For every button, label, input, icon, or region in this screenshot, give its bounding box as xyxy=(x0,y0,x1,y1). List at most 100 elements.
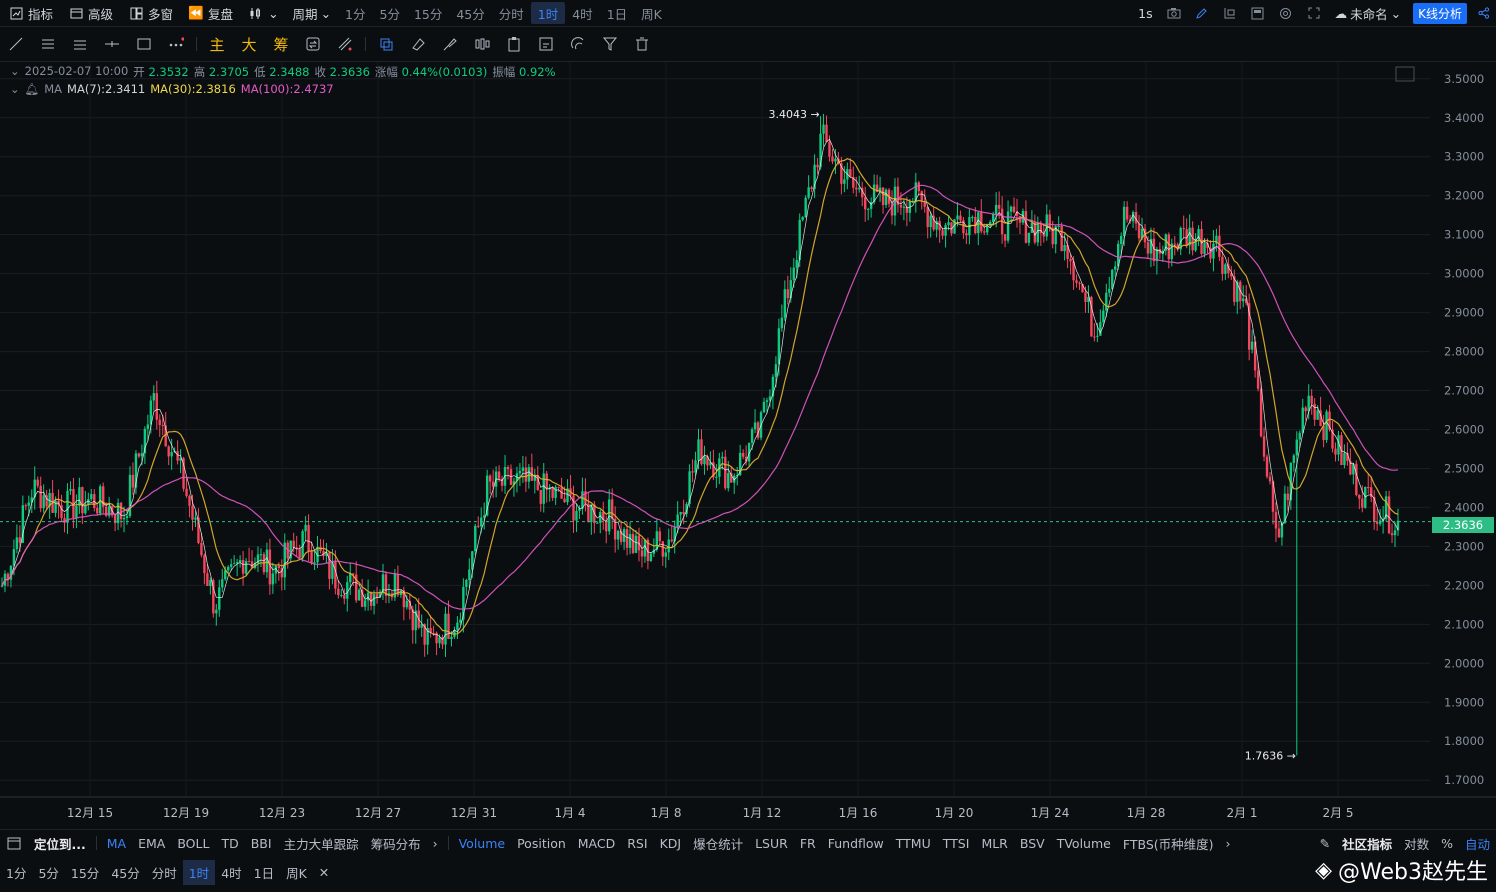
sub-indicator-bsv[interactable]: BSV xyxy=(1014,836,1051,851)
main-indicator-td[interactable]: TD xyxy=(215,836,244,851)
sub-indicator-mlr[interactable]: MLR xyxy=(975,836,1013,851)
sub-indicator-liquidation[interactable]: 爆仓统计 xyxy=(687,834,749,853)
multi-window-menu[interactable]: 多窗 xyxy=(120,4,180,23)
candlestick-chart[interactable]: 3.5000 3.4000 3.3000 3.2000 3.1000 3.0000 2.90… xyxy=(0,62,1496,824)
sub-indicator-position[interactable]: Position xyxy=(511,836,572,851)
main-indicator-bbi[interactable]: BBI xyxy=(245,836,278,851)
advanced-menu[interactable]: 高级 xyxy=(60,4,120,23)
sub-indicator-kdj[interactable]: KDJ xyxy=(654,836,688,851)
bell-icon[interactable]: 🔔︎ xyxy=(25,82,40,96)
candle-body xyxy=(1322,425,1325,440)
sub-indicator-volume[interactable]: Volume xyxy=(453,836,512,851)
fullscreen-icon[interactable] xyxy=(1300,0,1328,28)
chevron-right-icon[interactable]: › xyxy=(427,836,444,851)
period-select[interactable]: 周期 ⌄ xyxy=(286,4,339,23)
trend-line-icon[interactable] xyxy=(0,29,32,59)
main-force-tool[interactable]: 主 xyxy=(201,29,233,59)
calendar-icon[interactable] xyxy=(0,828,28,858)
interval-1m[interactable]: 1分 xyxy=(338,4,372,23)
trash-icon[interactable] xyxy=(626,29,658,59)
candle-body xyxy=(235,562,239,564)
main-indicator-ema[interactable]: EMA xyxy=(132,836,171,851)
interval-week[interactable]: 周K xyxy=(634,4,669,23)
collapse-icon[interactable]: ⌄ xyxy=(10,82,20,96)
interval-time[interactable]: 分时 xyxy=(492,4,531,23)
period-45m[interactable]: 45分 xyxy=(105,863,145,882)
period-5m[interactable]: 5分 xyxy=(32,863,64,882)
brush-icon[interactable] xyxy=(434,29,466,59)
log-scale-button[interactable]: 对数 xyxy=(1398,834,1435,853)
horizontal-lines-icon[interactable] xyxy=(64,29,96,59)
interval-1h[interactable]: 1时 xyxy=(530,2,566,24)
speed-button[interactable]: 1s xyxy=(1131,6,1159,21)
edit-icon[interactable]: ✎ xyxy=(1314,836,1336,851)
period-1d[interactable]: 1日 xyxy=(248,863,280,882)
locate-button[interactable]: 定位到... xyxy=(28,834,92,853)
magnet-icon[interactable] xyxy=(562,29,594,59)
settings-icon[interactable] xyxy=(1272,0,1300,28)
ruler-icon[interactable] xyxy=(329,29,361,59)
candle-body xyxy=(1036,223,1040,243)
crosshair-icon[interactable] xyxy=(1216,0,1244,28)
candle-body xyxy=(497,471,501,479)
layout-name-select[interactable]: ☁ 未命名 ⌄ xyxy=(1328,4,1409,23)
sub-indicator-lsur[interactable]: LSUR xyxy=(749,836,794,851)
candle-body xyxy=(265,549,269,573)
big-order-tool[interactable]: 大 xyxy=(233,29,265,59)
indicator-menu[interactable]: 指标 xyxy=(0,4,60,23)
chip-tool[interactable]: 筹 xyxy=(265,29,297,59)
percent-scale-button[interactable]: % xyxy=(1435,836,1459,851)
sub-indicator-ftbs[interactable]: FTBS(币种维度) xyxy=(1117,834,1220,853)
interval-4h[interactable]: 4时 xyxy=(565,4,599,23)
period-week[interactable]: 周K xyxy=(280,863,313,882)
sub-indicator-ttmu[interactable]: TTMU xyxy=(890,836,937,851)
more-icon[interactable] xyxy=(160,29,192,59)
sub-indicator-rsi[interactable]: RSI xyxy=(621,836,653,851)
eraser-icon[interactable] xyxy=(402,29,434,59)
main-indicator-chip[interactable]: 筹码分布 xyxy=(365,834,427,853)
parallel-lines-icon[interactable] xyxy=(32,29,64,59)
swap-icon[interactable] xyxy=(297,29,329,59)
share-icon[interactable] xyxy=(1472,0,1496,28)
collapse-icon[interactable]: ⌄ xyxy=(10,64,20,80)
camera-icon[interactable] xyxy=(1160,0,1188,28)
candle-body xyxy=(1203,243,1206,254)
sub-indicator-macd[interactable]: MACD xyxy=(572,836,621,851)
candle-body xyxy=(1105,292,1108,311)
clipboard-icon[interactable] xyxy=(498,29,530,59)
sub-indicator-fundflow[interactable]: Fundflow xyxy=(822,836,890,851)
main-indicator-bigorder[interactable]: 主力大单跟踪 xyxy=(278,834,365,853)
interval-15m[interactable]: 15分 xyxy=(407,4,449,23)
crossline-icon[interactable] xyxy=(96,29,128,59)
sub-indicator-ttsi[interactable]: TTSI xyxy=(937,836,976,851)
auto-scale-button[interactable]: 自动 xyxy=(1459,834,1496,853)
chart-type-select[interactable]: ⌄ xyxy=(240,4,285,22)
chart-area[interactable]: 3.5000 3.4000 3.3000 3.2000 3.1000 3.0000 2.90… xyxy=(0,62,1496,824)
main-indicator-boll[interactable]: BOLL xyxy=(171,836,215,851)
pen-icon[interactable] xyxy=(1188,0,1216,28)
community-indicator-button[interactable]: 社区指标 xyxy=(1336,834,1398,853)
kline-analysis-button[interactable]: K线分析 xyxy=(1413,2,1467,24)
candles-icon[interactable] xyxy=(466,29,498,59)
sub-indicator-tvolume[interactable]: TVolume xyxy=(1051,836,1117,851)
period-15m[interactable]: 15分 xyxy=(65,863,105,882)
calculator-icon[interactable] xyxy=(1244,0,1272,28)
period-1m[interactable]: 1分 xyxy=(0,863,32,882)
sub-indicator-fr[interactable]: FR xyxy=(794,836,822,851)
period-4h[interactable]: 4时 xyxy=(215,863,247,882)
select-icon[interactable] xyxy=(370,29,402,59)
period-1h[interactable]: 1时 xyxy=(182,859,216,885)
interval-45m[interactable]: 45分 xyxy=(449,4,491,23)
chevron-right-icon[interactable]: › xyxy=(1220,836,1237,851)
candle-body xyxy=(122,517,126,520)
main-indicator-ma[interactable]: MA xyxy=(101,836,132,851)
period-time[interactable]: 分时 xyxy=(146,863,183,882)
rectangle-icon[interactable] xyxy=(128,29,160,59)
note-icon[interactable] xyxy=(530,29,562,59)
filter-icon[interactable] xyxy=(594,29,626,59)
interval-5m[interactable]: 5分 xyxy=(373,4,407,23)
replay-menu[interactable]: ⏪ 复盘 xyxy=(180,4,240,23)
close-icon[interactable]: ✕ xyxy=(313,865,335,880)
interval-1d[interactable]: 1日 xyxy=(600,4,634,23)
watermark: ◈ @Web3赵先生 xyxy=(1315,854,1488,886)
